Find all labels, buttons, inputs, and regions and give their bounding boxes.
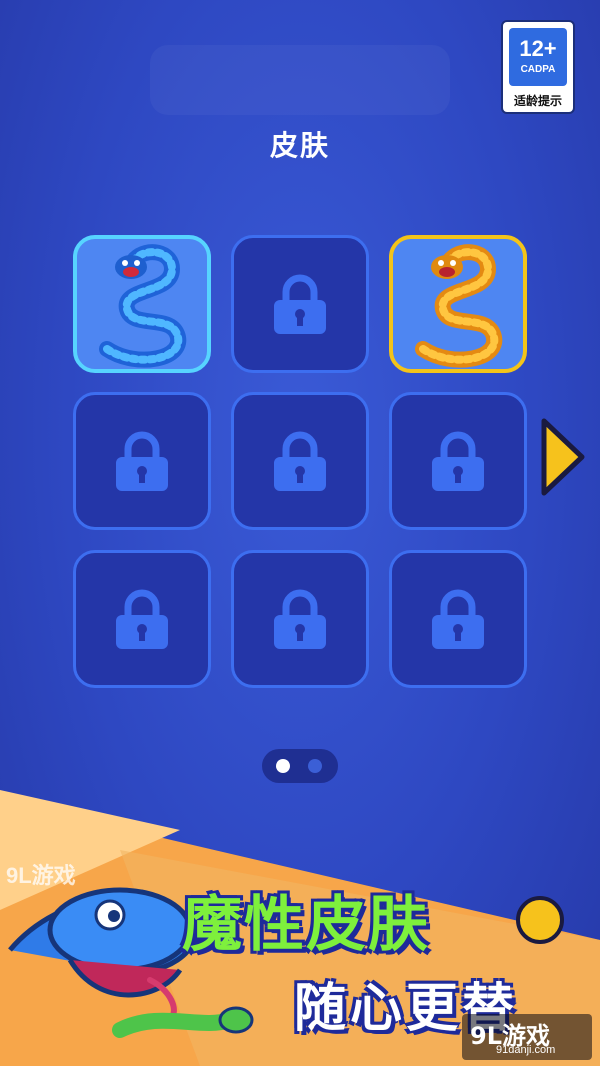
lock-icon <box>112 429 172 493</box>
skin-tile-gold-snake[interactable] <box>389 235 527 373</box>
skin-tile-blue-snake[interactable] <box>73 235 211 373</box>
lock-icon <box>270 429 330 493</box>
lock-icon <box>270 272 330 336</box>
age-tip-label: 适龄提示 <box>513 94 562 108</box>
page-indicator <box>262 749 338 783</box>
skin-tile-locked[interactable] <box>73 392 211 530</box>
page-title: 皮肤 <box>269 129 330 162</box>
age-rating-label: 12+ <box>519 36 557 61</box>
lock-icon <box>270 587 330 651</box>
arrow-right-icon <box>541 418 585 496</box>
skin-tile-locked[interactable] <box>231 550 369 688</box>
skin-tile-locked[interactable] <box>389 550 527 688</box>
lock-icon <box>112 587 172 651</box>
background-logo <box>150 45 450 115</box>
gold-snake-icon <box>415 244 503 368</box>
age-rating-badge: 12+ CADPA 适龄提示 <box>501 20 575 114</box>
skin-tile-locked[interactable] <box>389 392 527 530</box>
page-dot-active <box>276 759 290 773</box>
skin-tile-locked[interactable] <box>231 392 369 530</box>
page-dot-inactive <box>308 759 322 773</box>
lock-icon <box>428 429 488 493</box>
watermark-top: 9L游戏 <box>6 863 76 888</box>
lock-icon <box>428 587 488 651</box>
skin-tile-locked[interactable] <box>231 235 369 373</box>
blue-snake-icon <box>99 244 187 368</box>
watermark-url: 91danji.com <box>496 1044 556 1056</box>
rating-org-label: CADPA <box>520 64 556 75</box>
watermark-badge: 9L游戏 91danji.com <box>462 1014 592 1060</box>
next-page-button[interactable] <box>538 415 588 499</box>
skin-tile-locked[interactable] <box>73 550 211 688</box>
promo-headline: 魔性皮肤 <box>182 890 430 960</box>
